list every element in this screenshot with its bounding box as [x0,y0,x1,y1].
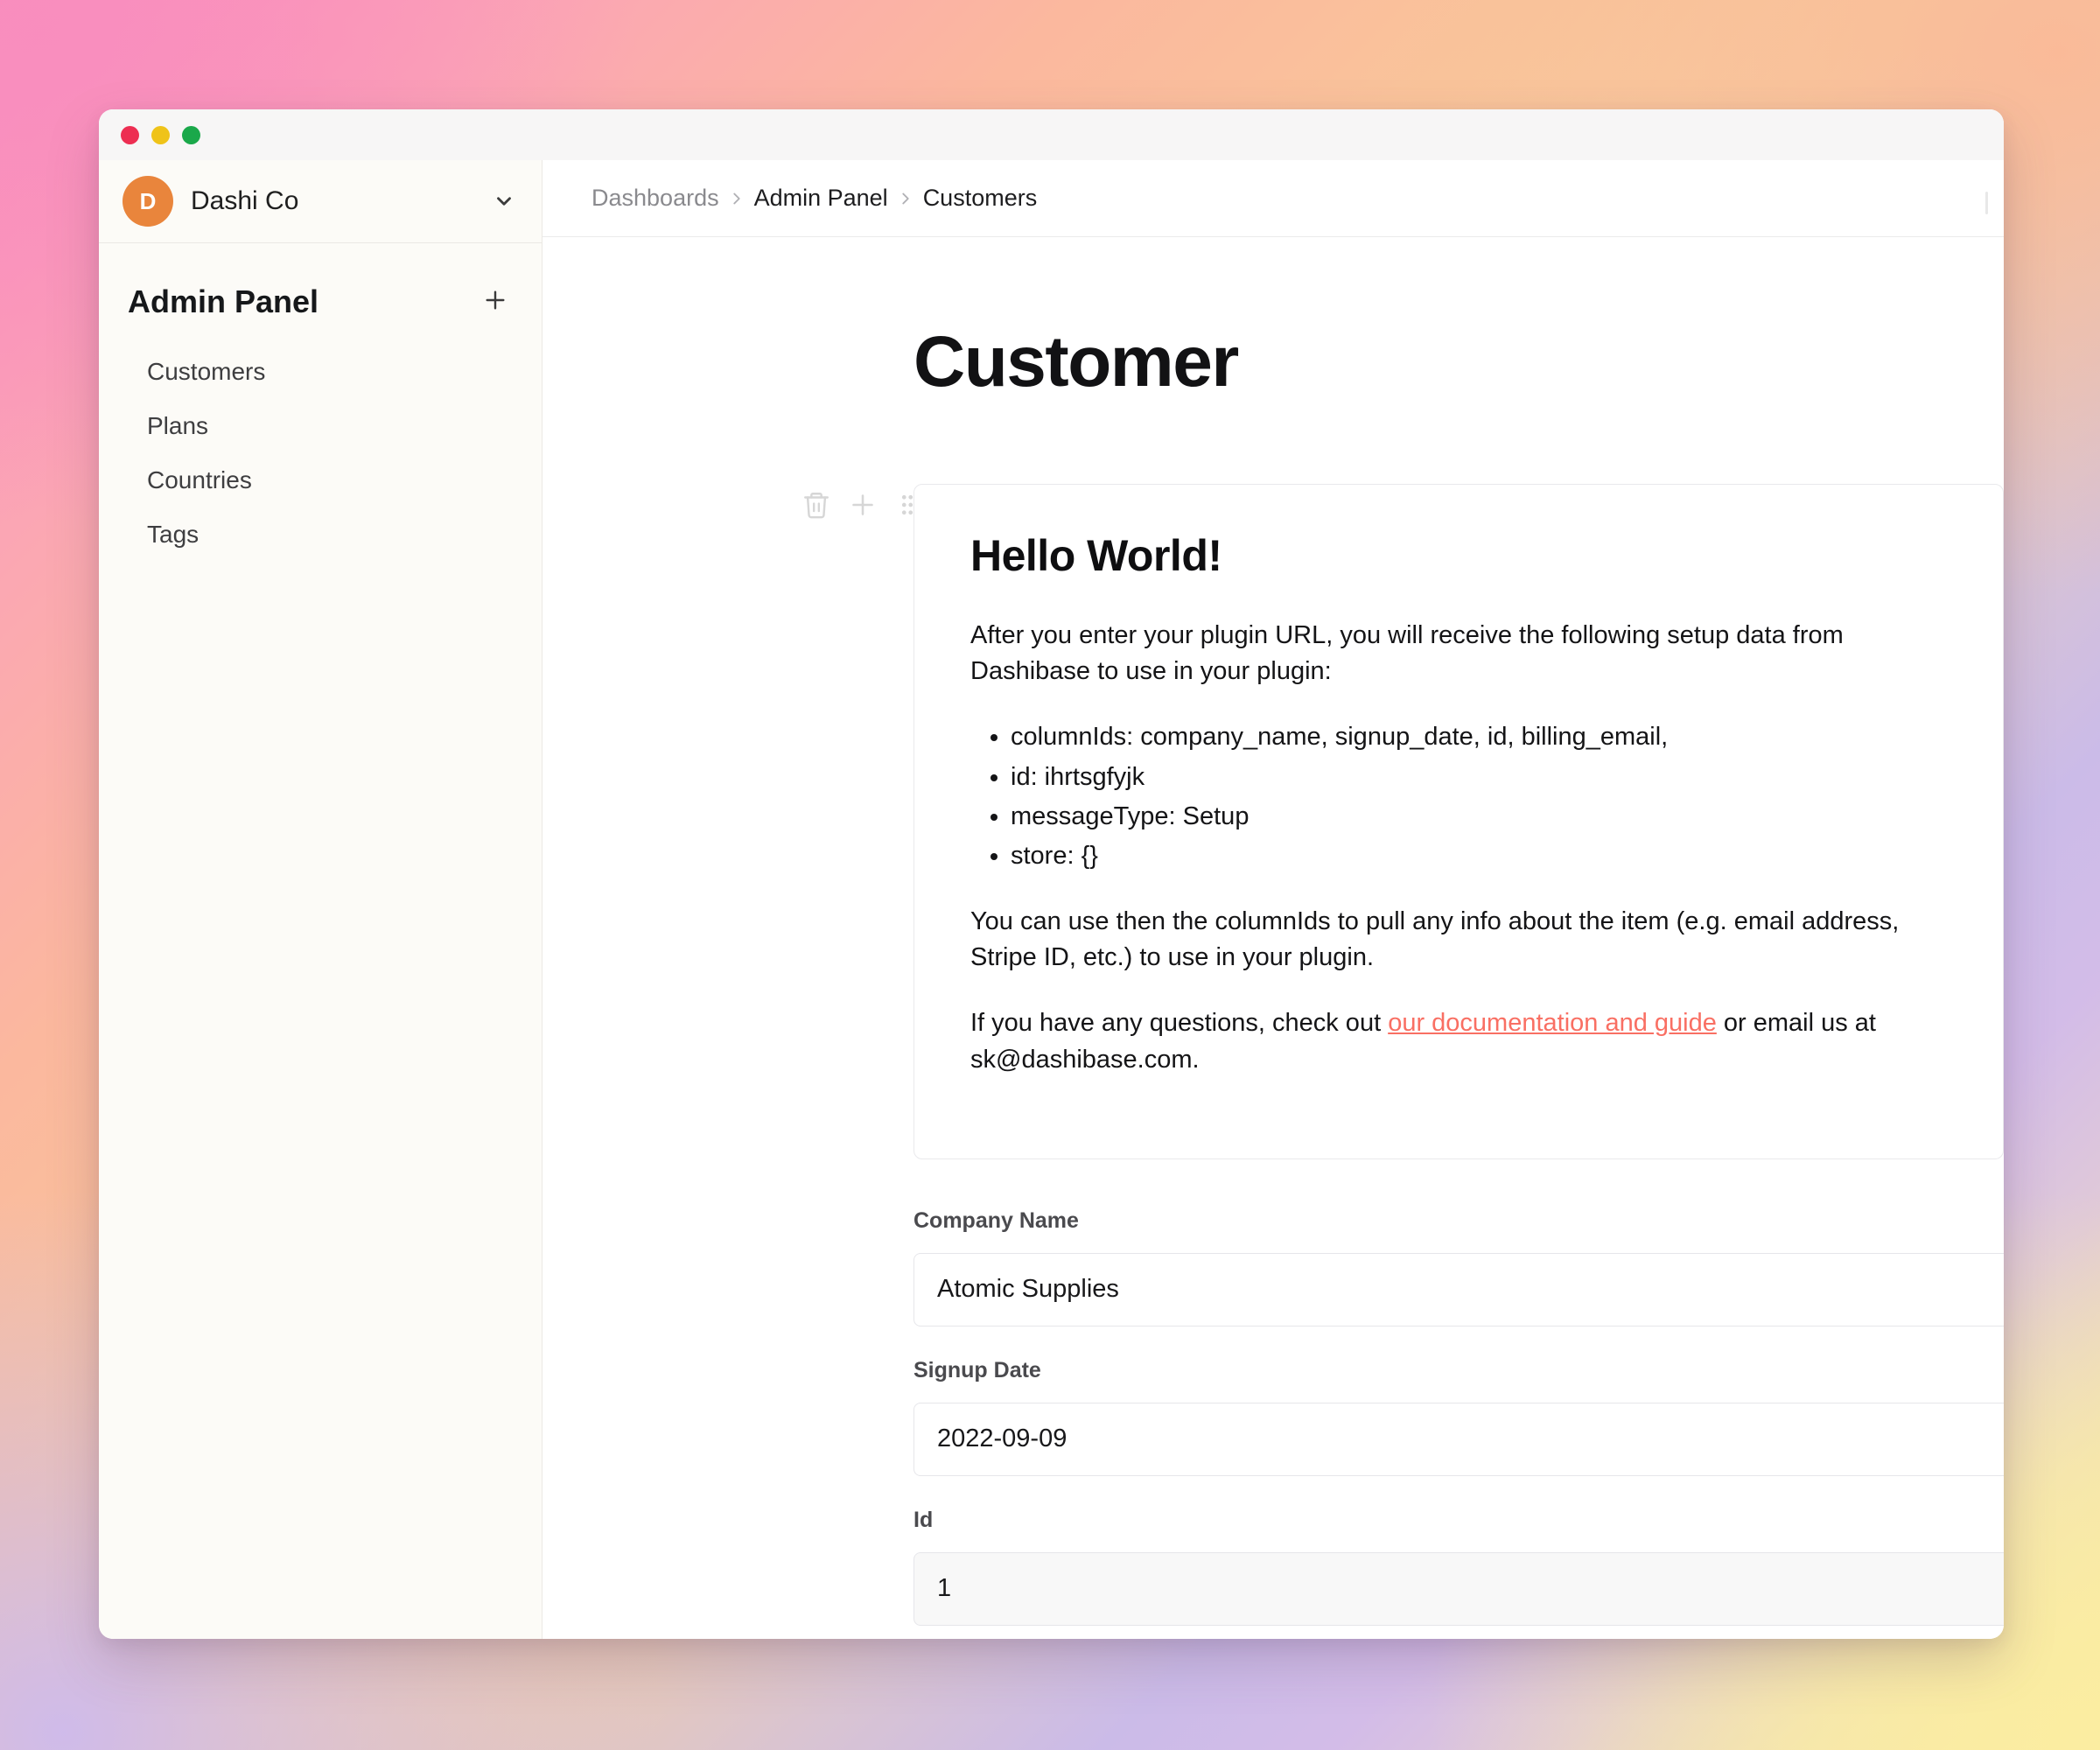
field-label: Signup Date [914,1357,1041,1382]
breadcrumb-item-admin-panel[interactable]: Admin Panel [754,185,888,212]
signup-date-input[interactable] [914,1402,2004,1476]
sidebar: D Dashi Co Admin Panel Customers Plans C… [99,160,542,1639]
chevron-right-icon [719,189,754,208]
hello-world-card: Hello World! After you enter your plugin… [914,484,2004,1159]
add-page-button[interactable] [480,287,510,317]
list-item: messageType: Setup [1011,799,1947,835]
chevron-right-icon [888,189,923,208]
setup-data-list: columnIds: company_name, signup_date, id… [1011,719,1947,874]
page-title: Admin Panel [128,284,319,319]
support-text-before: If you have any questions, check out [970,1009,1389,1038]
app-window: D Dashi Co Admin Panel Customers Plans C… [99,109,2004,1639]
id-input[interactable] [914,1551,2004,1626]
close-window-button[interactable] [121,125,139,144]
main-panel: Dashboards Admin Panel Customers Custome… [542,160,2004,1639]
content-area: Customer Hello World! After you enter yo… [542,237,2004,1639]
list-item: columnIds: company_name, signup_date, id… [1011,719,1947,755]
plus-icon[interactable] [847,489,878,521]
list-item: store: {} [1011,838,1947,874]
card-intro-paragraph: After you enter your plugin URL, you wil… [970,621,1844,686]
form-field-id: Id [914,1508,2004,1626]
sidebar-item-plans[interactable]: Plans [99,399,542,453]
minimize-window-button[interactable] [151,125,170,144]
avatar: D [122,176,173,227]
block-toolbar [542,484,914,521]
documentation-link[interactable]: our documentation and guide [1388,1009,1717,1037]
card-usage-paragraph: You can use then the columnIds to pull a… [970,907,1900,972]
breadcrumb-item-dashboards[interactable]: Dashboards [592,185,719,212]
org-name: Dashi Co [191,186,299,215]
org-switcher[interactable]: D Dashi Co [99,160,542,243]
record-title: Customer [914,322,1239,402]
record-form: Company Name ✱ Signup Date ✱ Id [542,1159,2004,1639]
form-field-company-name: Company Name ✱ [914,1208,2004,1326]
window-titlebar [99,109,2004,160]
chevron-down-icon [493,190,515,213]
breadcrumb-divider [1985,192,1988,214]
info-block: Hello World! After you enter your plugin… [542,403,2004,1159]
company-name-input[interactable] [914,1252,2004,1326]
plus-icon [481,286,509,318]
sidebar-item-customers[interactable]: Customers [99,345,542,399]
card-heading: Hello World! [970,531,1222,580]
sidebar-nav: Customers Plans Countries Tags [99,320,542,562]
window-body: D Dashi Co Admin Panel Customers Plans C… [99,160,2004,1639]
sidebar-item-tags[interactable]: Tags [99,508,542,562]
trash-icon[interactable] [802,490,831,520]
form-field-signup-date: Signup Date ✱ [914,1358,2004,1476]
breadcrumb-item-customers[interactable]: Customers [923,185,1038,212]
maximize-window-button[interactable] [182,125,200,144]
breadcrumb: Dashboards Admin Panel Customers [542,160,2004,237]
field-label: Company Name [914,1208,1079,1233]
dashboard-header: Admin Panel [99,243,542,320]
card-support-paragraph: If you have any questions, check out our… [970,1005,1947,1077]
sidebar-item-countries[interactable]: Countries [99,453,542,508]
list-item: id: ihrtsgfyjk [1011,760,1947,795]
field-label: Id [914,1507,934,1532]
